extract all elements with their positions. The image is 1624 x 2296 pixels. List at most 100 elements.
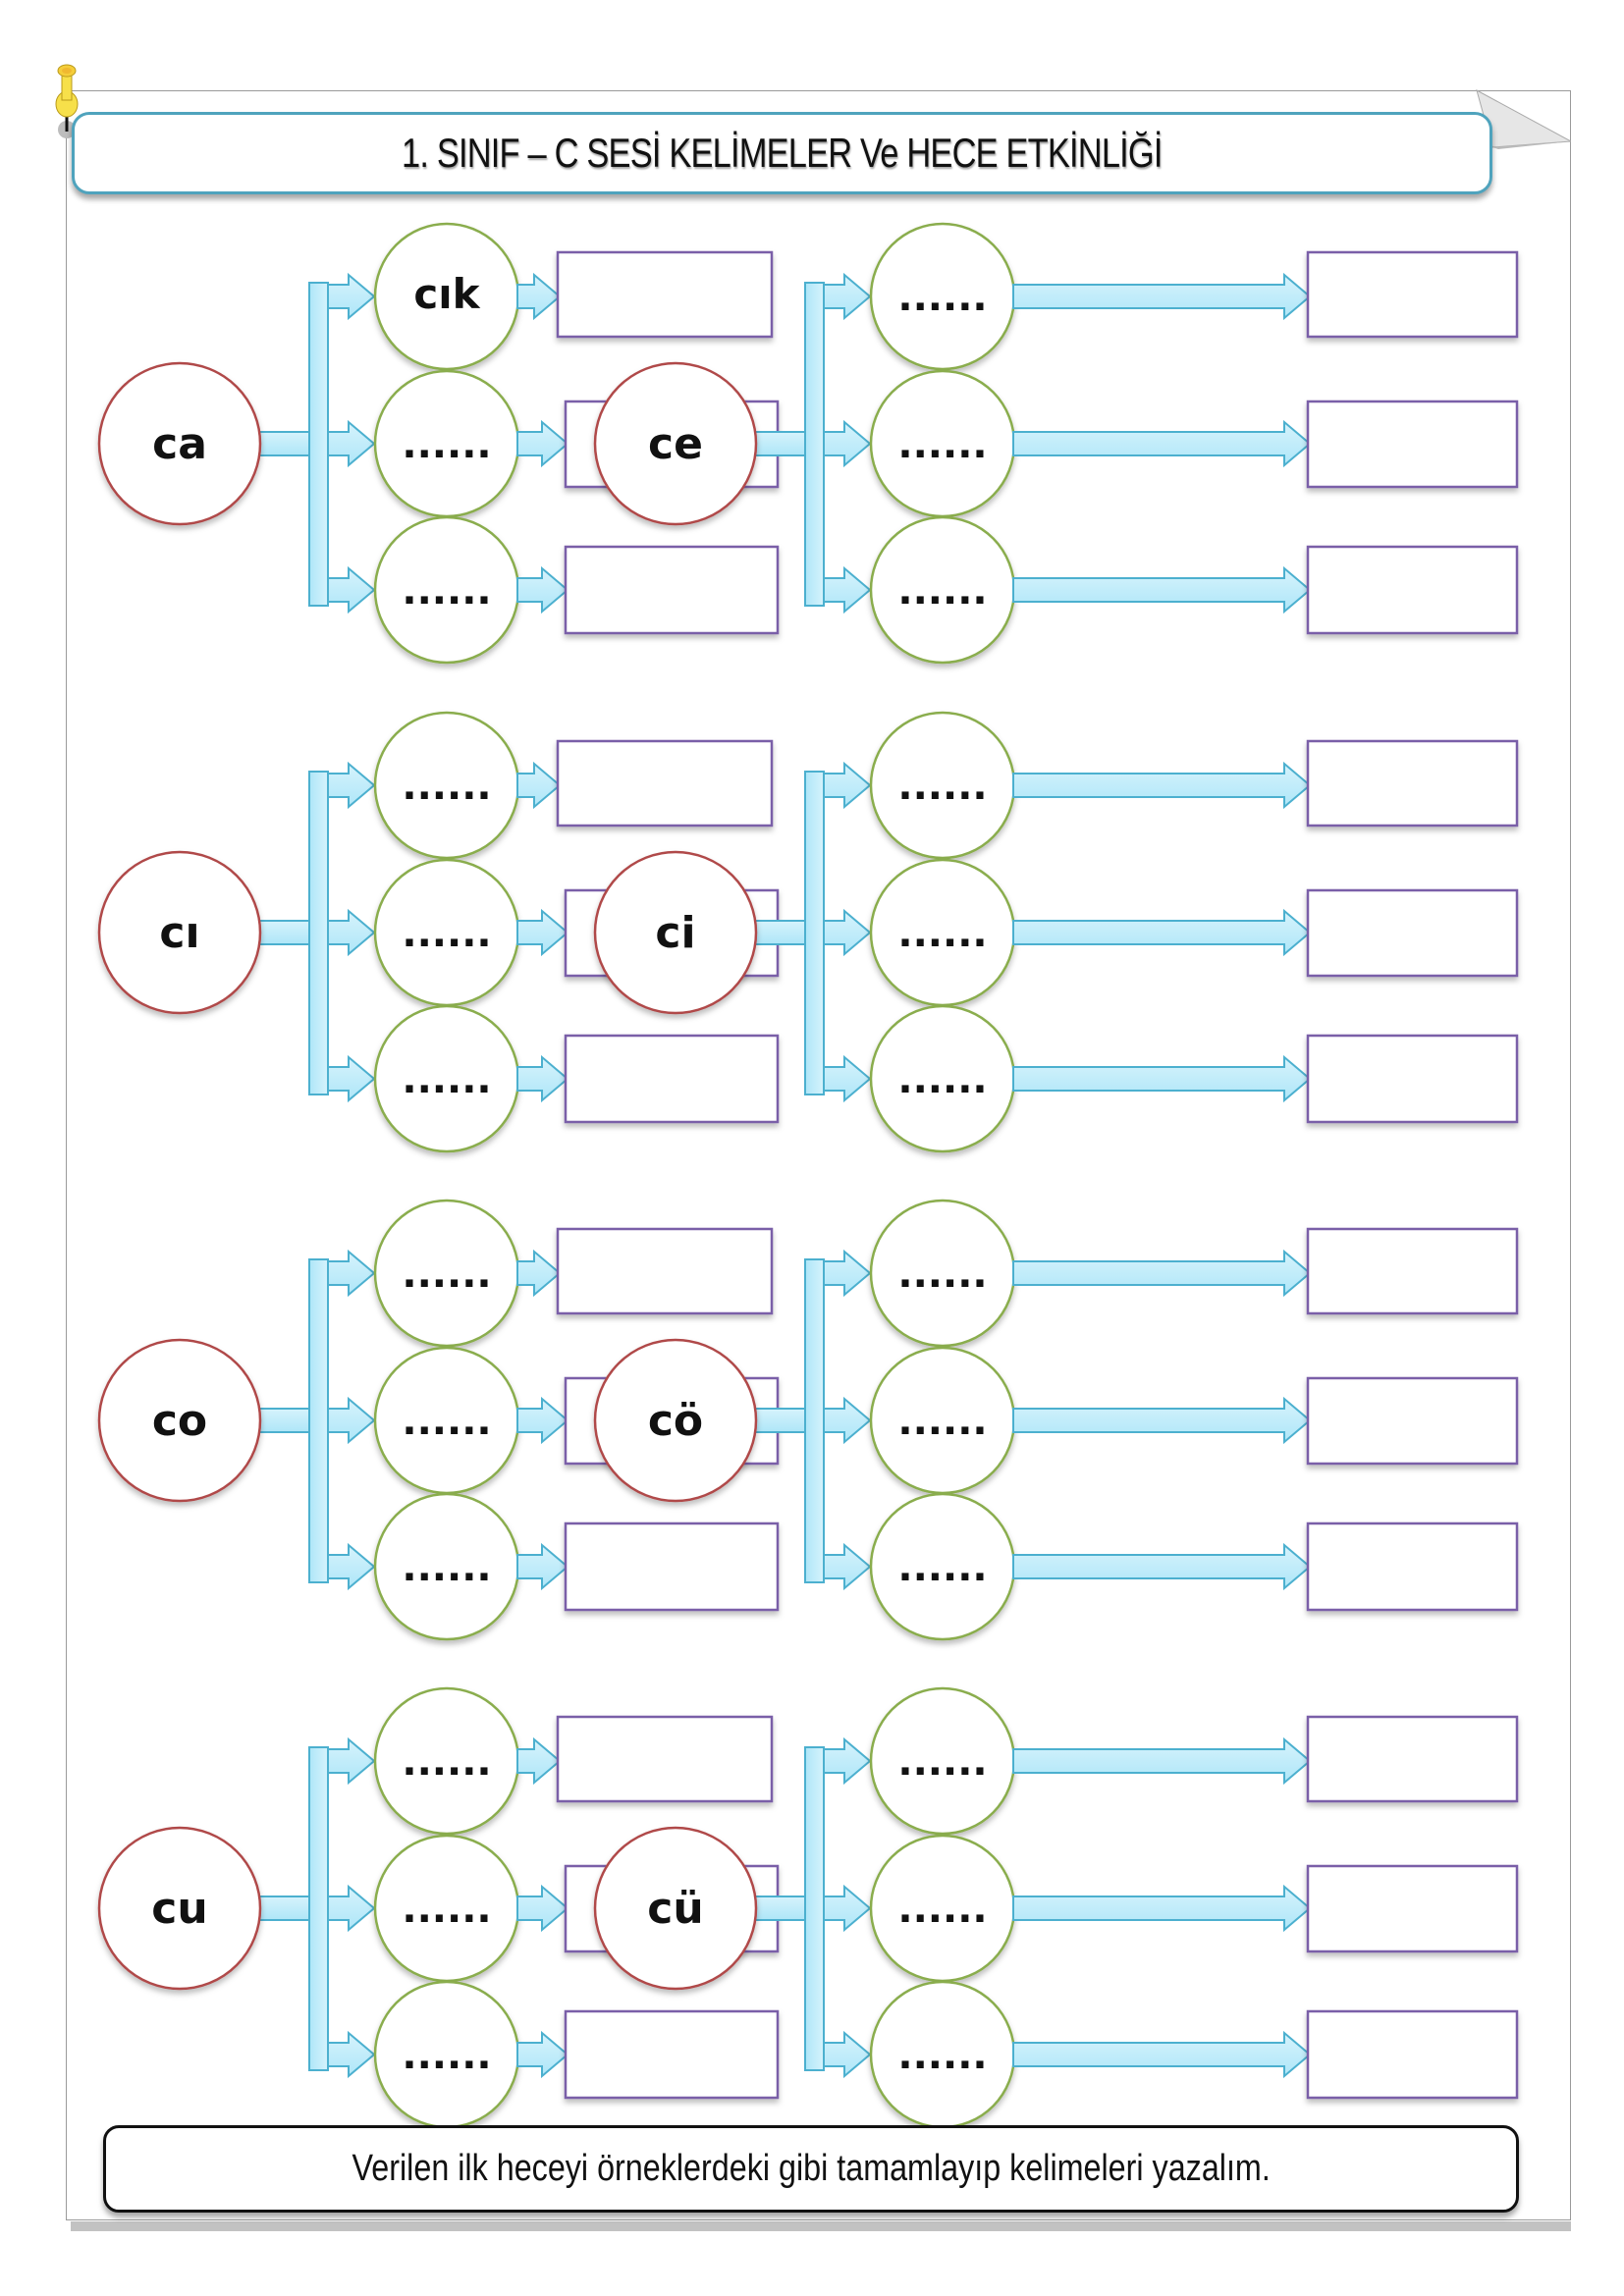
answer-arrow-icon (516, 1396, 569, 1445)
answer-arrow-icon (516, 1249, 562, 1298)
answer-arrow-icon (1012, 1542, 1312, 1591)
connector-bar (308, 1746, 329, 2071)
answer-arrow-icon (1012, 2030, 1312, 2079)
connector-stem (256, 920, 313, 945)
connector-bar (804, 771, 825, 1095)
branch-arrow-icon (823, 272, 872, 321)
branch-arrow-icon (823, 908, 872, 957)
syllable-text: ...... (402, 911, 491, 956)
answer-arrow-icon (516, 1054, 569, 1103)
answer-box[interactable] (1306, 250, 1519, 339)
answer-arrow-icon (1012, 1054, 1312, 1103)
instruction-box: Verilen ilk heceyi örneklerdeki gibi tam… (103, 2125, 1519, 2213)
start-syllable: co (152, 1396, 207, 1446)
syllable-text: ...... (402, 568, 491, 614)
connector-bar (308, 771, 329, 1095)
connector-bar (308, 282, 329, 607)
answer-box[interactable] (1306, 1034, 1519, 1124)
syllable-text: ...... (897, 1739, 987, 1785)
syllable-text: ...... (402, 422, 491, 467)
syllable-text: ...... (402, 2033, 491, 2078)
start-syllable: ca (152, 419, 207, 469)
answer-box[interactable] (564, 1034, 780, 1124)
answer-box[interactable] (556, 739, 774, 828)
connector-bar (804, 1258, 825, 1583)
answer-box[interactable] (1306, 1864, 1519, 1953)
branch-arrow-icon (823, 1054, 872, 1103)
branch-arrow-icon (823, 1396, 872, 1445)
answer-box[interactable] (1306, 1227, 1519, 1315)
answer-box[interactable] (556, 1715, 774, 1803)
syllable-text: ...... (402, 764, 491, 809)
syllable-text: ...... (897, 1252, 987, 1297)
answer-arrow-icon (1012, 419, 1312, 468)
answer-box[interactable] (1306, 888, 1519, 978)
syllable-text: ...... (402, 1399, 491, 1444)
syllable-text: ...... (897, 422, 987, 467)
answer-arrow-icon (1012, 1249, 1312, 1298)
syllable-text: ...... (897, 911, 987, 956)
branch-arrow-icon (327, 1054, 376, 1103)
branch-arrow-icon (823, 761, 872, 810)
connector-stem (256, 1408, 313, 1433)
answer-box[interactable] (556, 250, 774, 339)
branch-arrow-icon (823, 2030, 872, 2079)
answer-arrow-icon (516, 908, 569, 957)
branch-arrow-icon (823, 1884, 872, 1933)
answer-box[interactable] (1306, 739, 1519, 828)
answer-box[interactable] (564, 2009, 780, 2100)
answer-box[interactable] (1306, 400, 1519, 489)
connector-stem (752, 920, 809, 945)
syllable-text: ...... (402, 1887, 491, 1932)
connector-stem (256, 431, 313, 456)
connector-bar (804, 282, 825, 607)
branch-arrow-icon (327, 2030, 376, 2079)
syllable-text: ...... (402, 1739, 491, 1785)
answer-arrow-icon (1012, 565, 1312, 614)
answer-arrow-icon (516, 1542, 569, 1591)
answer-box[interactable] (556, 1227, 774, 1315)
syllable-text: ...... (897, 568, 987, 614)
answer-arrow-icon (516, 761, 562, 810)
answer-arrow-icon (1012, 761, 1312, 810)
connector-stem (752, 1408, 809, 1433)
answer-arrow-icon (1012, 1736, 1312, 1786)
answer-box[interactable] (1306, 2009, 1519, 2100)
syllable-text: ...... (897, 1545, 987, 1590)
syllable-diagram: ca cık............ ce.................. cı.… (97, 222, 1519, 2129)
syllable-text: ...... (897, 1057, 987, 1102)
answer-box[interactable] (1306, 545, 1519, 635)
branch-arrow-icon (327, 1396, 376, 1445)
answer-box[interactable] (1306, 1376, 1519, 1466)
answer-arrow-icon (1012, 1396, 1312, 1445)
connector-stem (752, 1896, 809, 1921)
branch-arrow-icon (327, 908, 376, 957)
answer-box[interactable] (564, 545, 780, 635)
branch-arrow-icon (823, 565, 872, 614)
answer-arrow-icon (516, 1736, 562, 1786)
answer-box[interactable] (1306, 1522, 1519, 1612)
syllable-text: ...... (402, 1545, 491, 1590)
instruction-text: Verilen ilk heceyi örneklerdeki gibi tam… (352, 2148, 1271, 2189)
branch-arrow-icon (823, 1736, 872, 1786)
branch-arrow-icon (327, 272, 376, 321)
syllable-text: ...... (402, 1057, 491, 1102)
syllable-text: ...... (897, 1399, 987, 1444)
branch-arrow-icon (823, 1542, 872, 1591)
answer-arrow-icon (1012, 272, 1312, 321)
branch-arrow-icon (327, 1542, 376, 1591)
answer-box[interactable] (1306, 1715, 1519, 1803)
answer-arrow-icon (516, 2030, 569, 2079)
answer-arrow-icon (1012, 1884, 1312, 1933)
syllable-text: ...... (897, 764, 987, 809)
answer-box[interactable] (564, 1522, 780, 1612)
answer-arrow-icon (1012, 908, 1312, 957)
syllable-text: ...... (897, 275, 987, 320)
branch-arrow-icon (327, 1884, 376, 1933)
syllable-text: cık (413, 270, 480, 318)
branch-arrow-icon (327, 761, 376, 810)
start-syllable: cı (159, 908, 199, 958)
start-syllable: ci (655, 908, 695, 958)
connector-bar (308, 1258, 329, 1583)
syllable-text: ...... (897, 1887, 987, 1932)
